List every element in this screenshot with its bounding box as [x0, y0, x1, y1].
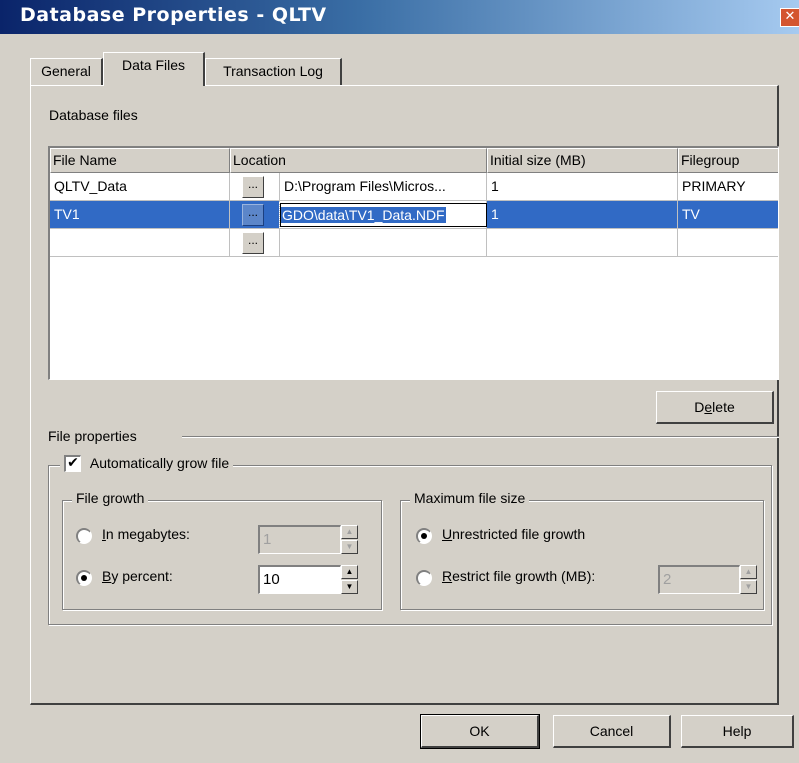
browse-cell: ... [230, 173, 280, 201]
file-properties-divider [182, 436, 779, 438]
table-row-selected[interactable]: TV1 ... GDO\data\TV1_Data.NDF 1 TV [50, 201, 778, 229]
delete-label-accel: e [704, 399, 713, 415]
restrict-spinner[interactable]: ▲ ▼ [740, 565, 757, 594]
location-cell[interactable]: D:\Program Files\Micros... [280, 173, 487, 201]
percent-spinner[interactable]: ▲ ▼ [341, 565, 358, 594]
column-header-initial-size[interactable]: Initial size (MB) [487, 148, 678, 173]
browse-button[interactable]: ... [242, 204, 264, 226]
auto-grow-legend[interactable]: ✔ Automatically grow file [60, 454, 234, 473]
by-percent-text: y percent: [111, 568, 173, 584]
tab-transaction-log[interactable]: Transaction Log [205, 58, 342, 85]
unrestricted-radio[interactable] [416, 528, 432, 544]
column-header-file-name[interactable]: File Name [50, 148, 230, 173]
browse-button[interactable]: ... [242, 176, 264, 198]
max-size-legend: Maximum file size [410, 490, 530, 506]
table-row-empty[interactable]: ... [50, 229, 778, 257]
in-megabytes-text: n megabytes: [105, 526, 190, 542]
database-files-grid[interactable]: File Name Location Initial size (MB) Fil… [48, 146, 779, 380]
tab-label: Transaction Log [223, 63, 323, 79]
help-button[interactable]: Help [681, 715, 794, 748]
megabytes-spinner[interactable]: ▲ ▼ [341, 525, 358, 554]
unrestricted-text: nrestricted file growth [452, 526, 586, 542]
initial-size-cell[interactable] [487, 229, 678, 257]
filegroup-cell[interactable]: PRIMARY [678, 173, 778, 201]
tab-strip: General Data Files Transaction Log [0, 50, 799, 86]
by-percent-accel: B [102, 568, 112, 584]
delete-label-post: lete [712, 399, 735, 415]
window-title: Database Properties - QLTV [20, 4, 327, 26]
initial-size-cell[interactable]: 1 [487, 173, 678, 201]
location-edit-text: GDO\data\TV1_Data.NDF [281, 207, 446, 223]
ok-button[interactable]: OK [420, 714, 540, 749]
restrict-text: estrict file growth (MB): [452, 568, 596, 584]
database-files-label: Database files [49, 107, 138, 123]
restrict-mb-input[interactable]: 2 [658, 565, 740, 594]
tab-label: General [41, 63, 91, 79]
tab-data-files[interactable]: Data Files [103, 52, 205, 86]
by-percent-radio[interactable] [76, 570, 92, 586]
initial-size-cell[interactable]: 1 [487, 201, 678, 229]
in-megabytes-label[interactable]: In megabytes: [102, 526, 190, 542]
file-growth-legend: File growth [72, 490, 149, 506]
spin-up-icon[interactable]: ▲ [341, 565, 358, 579]
browse-cell: ... [230, 229, 280, 257]
filegroup-cell[interactable] [678, 229, 778, 257]
file-name-cell[interactable]: TV1 [50, 201, 230, 229]
restrict-label[interactable]: Restrict file growth (MB): [442, 568, 595, 584]
restrict-accel: R [442, 568, 453, 584]
spin-down-icon[interactable]: ▼ [341, 580, 358, 594]
auto-grow-label: Automatically grow file [89, 455, 230, 471]
filegroup-cell[interactable]: TV [678, 201, 778, 229]
title-bar[interactable]: Database Properties - QLTV ✕ [0, 0, 799, 34]
spin-up-icon[interactable]: ▲ [341, 525, 358, 539]
close-icon[interactable]: ✕ [780, 8, 799, 27]
auto-grow-checkbox[interactable]: ✔ [64, 454, 81, 472]
location-cell[interactable] [280, 229, 487, 257]
column-header-location[interactable]: Location [230, 148, 487, 173]
tab-general[interactable]: General [30, 58, 103, 85]
delete-button[interactable]: Delete [656, 391, 774, 424]
table-row[interactable]: QLTV_Data ... D:\Program Files\Micros...… [50, 173, 778, 201]
browse-button[interactable]: ... [242, 232, 264, 254]
megabytes-input[interactable]: 1 [258, 525, 341, 554]
tab-label: Data Files [121, 57, 186, 73]
column-header-filegroup[interactable]: Filegroup [678, 148, 778, 173]
spin-down-icon[interactable]: ▼ [341, 540, 358, 554]
spin-up-icon[interactable]: ▲ [740, 565, 757, 579]
spin-down-icon[interactable]: ▼ [740, 580, 757, 594]
dialog-window: Database Properties - QLTV ✕ General Dat… [0, 0, 799, 763]
by-percent-label[interactable]: By percent: [102, 568, 173, 584]
percent-input[interactable]: 10 [258, 565, 341, 594]
location-edit-field[interactable]: GDO\data\TV1_Data.NDF [279, 202, 488, 228]
restrict-radio[interactable] [416, 570, 432, 586]
browse-cell: ... [230, 201, 280, 229]
unrestricted-label[interactable]: Unrestricted file growth [442, 526, 585, 542]
delete-label-pre: D [694, 399, 705, 415]
file-name-cell[interactable]: QLTV_Data [50, 173, 230, 201]
file-properties-label: File properties [48, 428, 137, 444]
unrestricted-accel: U [442, 526, 453, 542]
in-megabytes-radio[interactable] [76, 528, 92, 544]
file-name-cell[interactable] [50, 229, 230, 257]
cancel-button[interactable]: Cancel [553, 715, 671, 748]
